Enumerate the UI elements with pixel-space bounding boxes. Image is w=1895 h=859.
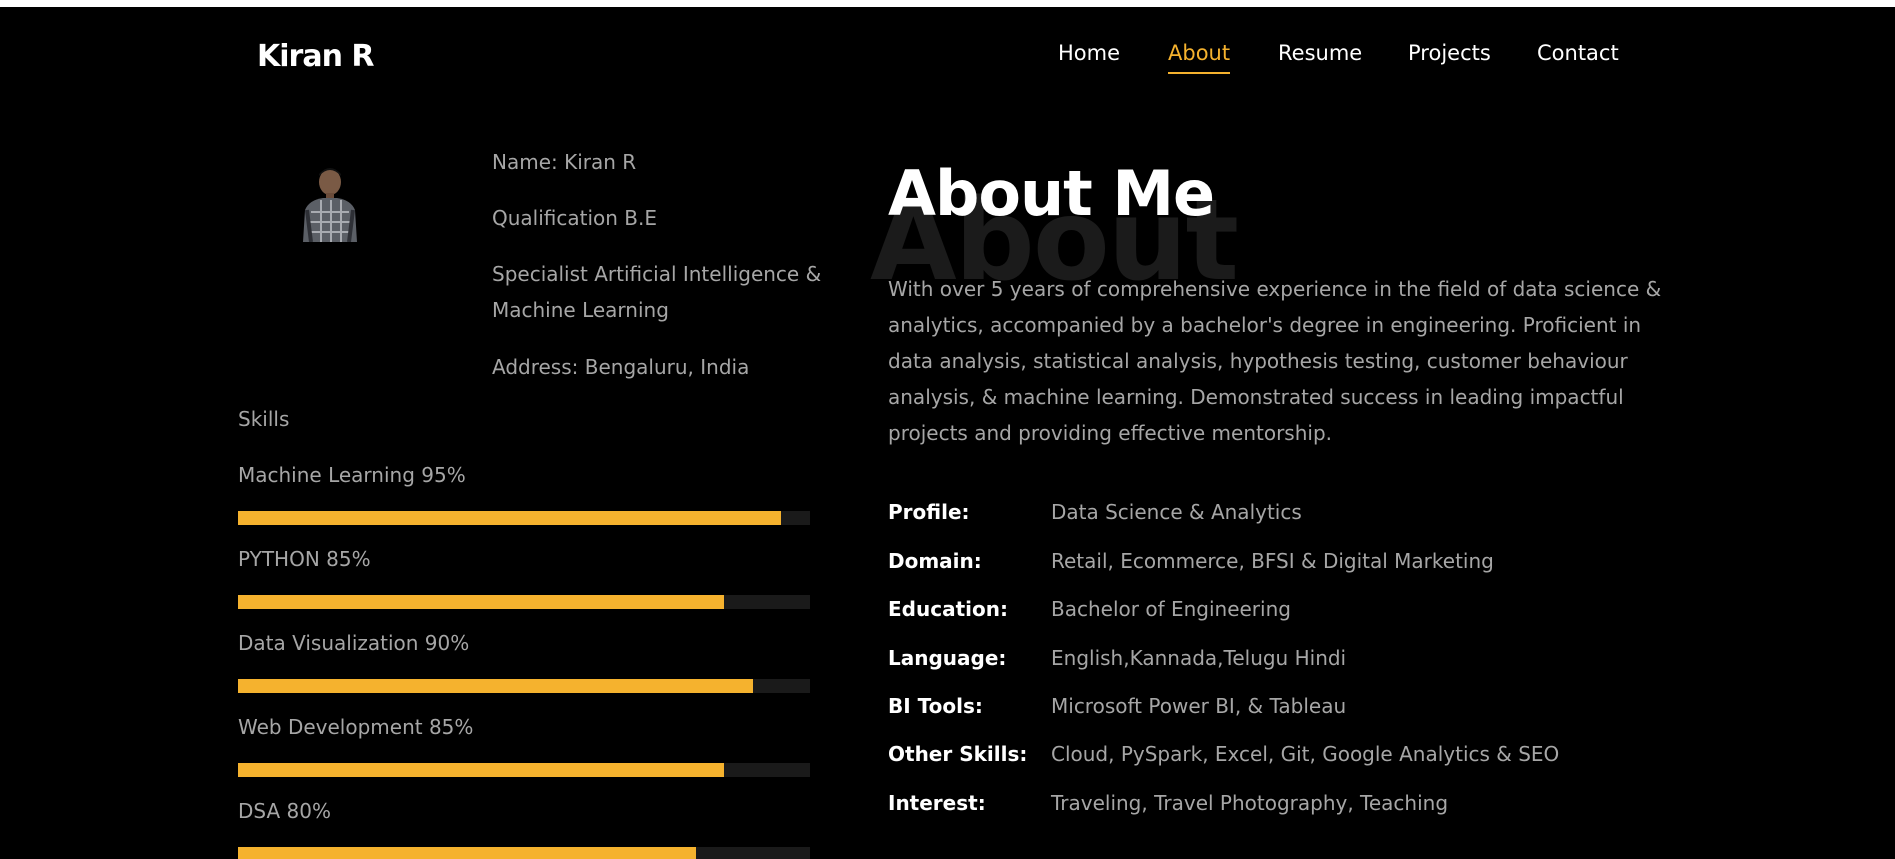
detail-row-interest: Interest: Traveling, Travel Photography,…: [888, 791, 1788, 827]
detail-value: Traveling, Travel Photography, Teaching: [1051, 791, 1449, 815]
info-name: Name: Kiran R: [492, 150, 637, 174]
skill-progress-track: [238, 595, 810, 609]
skill-progress-fill: [238, 679, 753, 693]
nav-home[interactable]: Home: [1058, 41, 1120, 65]
detail-value: Microsoft Power BI, & Tableau: [1051, 694, 1347, 718]
skill-progress-fill: [238, 847, 696, 859]
detail-label: Profile:: [888, 500, 970, 524]
section-title: About Me: [888, 157, 1215, 230]
detail-value: Retail, Ecommerce, BFSI & Digital Market…: [1051, 549, 1494, 573]
detail-row-education: Education: Bachelor of Engineering: [888, 597, 1788, 633]
detail-value: Data Science & Analytics: [1051, 500, 1302, 524]
skill-progress-fill: [238, 595, 725, 609]
skill-label: Machine Learning 95%: [238, 463, 466, 487]
skill-progress-track: [238, 511, 810, 525]
nav-contact[interactable]: Contact: [1537, 41, 1619, 65]
nav-projects[interactable]: Projects: [1408, 41, 1491, 65]
nav-resume[interactable]: Resume: [1278, 41, 1362, 65]
detail-row-language: Language: English,Kannada,Telugu Hindi: [888, 646, 1788, 682]
skill-progress-fill: [238, 763, 725, 777]
detail-value: Bachelor of Engineering: [1051, 597, 1291, 621]
profile-photo: [297, 162, 363, 242]
detail-row-profile: Profile: Data Science & Analytics: [888, 500, 1788, 536]
detail-label: BI Tools:: [888, 694, 983, 718]
about-description: With over 5 years of comprehensive exper…: [888, 277, 1662, 445]
info-specialist: Specialist Artificial Intelligence & Mac…: [492, 262, 822, 322]
skill-item: DSA 80%: [238, 799, 810, 859]
skills-heading: Skills: [238, 407, 290, 431]
detail-value: Cloud, PySpark, Excel, Git, Google Analy…: [1051, 742, 1560, 766]
info-qualification: Qualification B.E: [492, 206, 658, 230]
skill-item: Data Visualization 90%: [238, 631, 810, 693]
info-address: Address: Bengaluru, India: [492, 355, 750, 379]
detail-label: Education:: [888, 597, 1008, 621]
detail-value: English,Kannada,Telugu Hindi: [1051, 646, 1347, 670]
skill-progress-track: [238, 847, 810, 859]
skill-label: PYTHON 85%: [238, 547, 371, 571]
main-nav: Home About Resume Projects Contact: [0, 41, 1895, 81]
skill-item: Web Development 85%: [238, 715, 810, 777]
detail-row-domain: Domain: Retail, Ecommerce, BFSI & Digita…: [888, 549, 1788, 585]
skill-label: DSA 80%: [238, 799, 331, 823]
skill-item: Machine Learning 95%: [238, 463, 810, 525]
page: Kiran R Home About Resume Projects Conta…: [0, 7, 1895, 859]
skill-item: PYTHON 85%: [238, 547, 810, 609]
nav-about[interactable]: About: [1168, 41, 1231, 74]
detail-label: Domain:: [888, 549, 982, 573]
detail-label: Interest:: [888, 791, 986, 815]
detail-row-bi-tools: BI Tools: Microsoft Power BI, & Tableau: [888, 694, 1788, 730]
detail-row-other-skills: Other Skills: Cloud, PySpark, Excel, Git…: [888, 742, 1788, 778]
detail-label: Language:: [888, 646, 1007, 670]
skill-progress-fill: [238, 511, 782, 525]
skill-progress-track: [238, 763, 810, 777]
skill-label: Data Visualization 90%: [238, 631, 470, 655]
skill-label: Web Development 85%: [238, 715, 474, 739]
detail-label: Other Skills:: [888, 742, 1028, 766]
skill-progress-track: [238, 679, 810, 693]
